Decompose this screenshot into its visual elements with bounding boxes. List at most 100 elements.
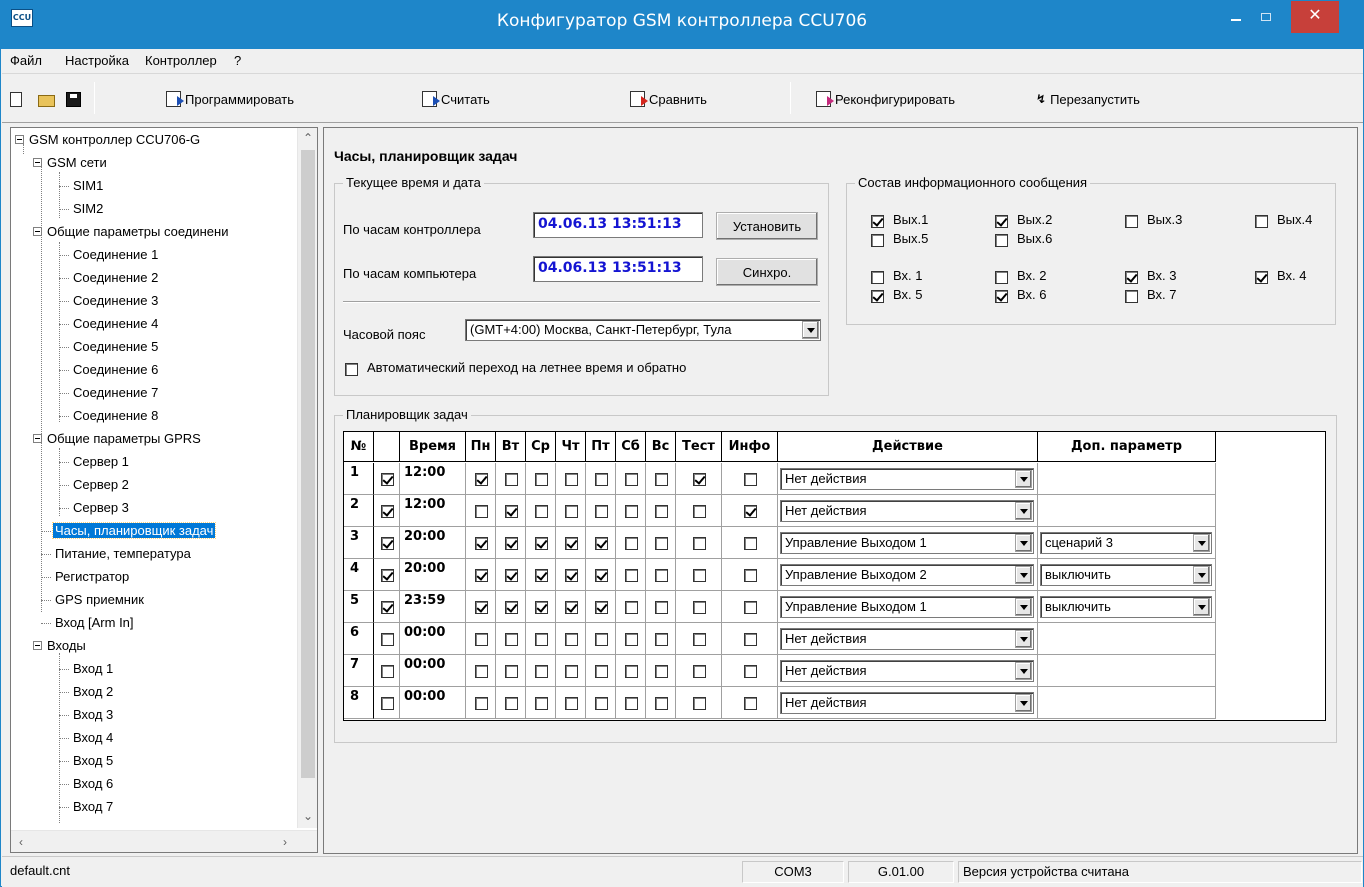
day-sat-checkbox[interactable] bbox=[625, 473, 638, 486]
tree-horizontal-scrollbar[interactable]: ‹ › bbox=[11, 830, 317, 852]
day-wed-checkbox[interactable] bbox=[535, 601, 548, 614]
tree-node-power[interactable]: Питание, температура bbox=[41, 543, 193, 565]
enabled-checkbox[interactable] bbox=[381, 601, 394, 614]
controller-time-field[interactable]: 04.06.13 13:51:13 bbox=[533, 212, 703, 238]
scroll-down-icon[interactable]: ⌄ bbox=[298, 806, 317, 826]
chevron-down-icon[interactable] bbox=[1015, 630, 1032, 648]
time-cell[interactable]: 00:00 bbox=[400, 687, 466, 719]
close-button[interactable]: ✕ bbox=[1291, 1, 1339, 33]
enabled-checkbox[interactable] bbox=[381, 633, 394, 646]
day-sun-checkbox[interactable] bbox=[655, 569, 668, 582]
chevron-down-icon[interactable] bbox=[802, 321, 819, 339]
day-sat-checkbox[interactable] bbox=[625, 505, 638, 518]
day-sat-checkbox[interactable] bbox=[625, 537, 638, 550]
menu-help[interactable]: ? bbox=[234, 53, 241, 68]
scheduler-grid[interactable]: № Время Пн Вт Ср Чт Пт Сб Вс Тест Инфо Действие Доп.… bbox=[343, 431, 1326, 721]
action-select[interactable]: Нет действия bbox=[780, 500, 1034, 522]
day-sat-checkbox[interactable] bbox=[625, 665, 638, 678]
enabled-checkbox[interactable] bbox=[381, 537, 394, 550]
day-fri-checkbox[interactable] bbox=[595, 665, 608, 678]
day-thu-checkbox[interactable] bbox=[565, 505, 578, 518]
scroll-thumb[interactable] bbox=[301, 150, 315, 778]
param-select[interactable]: выключить bbox=[1040, 564, 1212, 586]
day-sun-checkbox[interactable] bbox=[655, 473, 668, 486]
tree-node-connection[interactable]: Соединение 3 bbox=[59, 290, 160, 312]
day-sat-checkbox[interactable] bbox=[625, 569, 638, 582]
tree-node-connection[interactable]: Соединение 6 bbox=[59, 359, 160, 381]
timezone-select[interactable]: (GMT+4:00) Москва, Санкт-Петербург, Тула bbox=[465, 319, 821, 341]
day-fri-checkbox[interactable] bbox=[595, 697, 608, 710]
open-file-button[interactable] bbox=[38, 87, 55, 111]
day-tue-checkbox[interactable] bbox=[505, 537, 518, 550]
day-sun-checkbox[interactable] bbox=[655, 601, 668, 614]
tree-node-input[interactable]: Вход 2 bbox=[59, 681, 115, 703]
day-fri-checkbox[interactable] bbox=[595, 601, 608, 614]
set-time-button[interactable]: Установить bbox=[716, 212, 818, 240]
tree-node-connection[interactable]: Соединение 7 bbox=[59, 382, 160, 404]
collapse-icon[interactable] bbox=[15, 134, 24, 144]
day-fri-checkbox[interactable] bbox=[595, 537, 608, 550]
day-thu-checkbox[interactable] bbox=[565, 633, 578, 646]
menu-settings[interactable]: Настройка bbox=[65, 53, 129, 68]
tree-node-connection[interactable]: Соединение 8 bbox=[59, 405, 160, 427]
day-thu-checkbox[interactable] bbox=[565, 537, 578, 550]
chevron-down-icon[interactable] bbox=[1015, 662, 1032, 680]
input-6-checkbox[interactable] bbox=[995, 290, 1008, 303]
day-sun-checkbox[interactable] bbox=[655, 665, 668, 678]
time-cell[interactable]: 20:00 bbox=[400, 559, 466, 591]
day-thu-checkbox[interactable] bbox=[565, 697, 578, 710]
day-tue-checkbox[interactable] bbox=[505, 601, 518, 614]
pc-time-field[interactable]: 04.06.13 13:51:13 bbox=[533, 256, 703, 282]
day-sun-checkbox[interactable] bbox=[655, 633, 668, 646]
panel-splitter[interactable] bbox=[319, 123, 322, 855]
info-checkbox[interactable] bbox=[744, 569, 757, 582]
day-sun-checkbox[interactable] bbox=[655, 505, 668, 518]
restart-button[interactable]: ↯ Перезапустить bbox=[1036, 87, 1140, 111]
tree-node-input[interactable]: Вход 5 bbox=[59, 750, 115, 772]
tree-node-input[interactable]: Вход 3 bbox=[59, 704, 115, 726]
test-checkbox[interactable] bbox=[693, 633, 706, 646]
day-sun-checkbox[interactable] bbox=[655, 697, 668, 710]
chevron-down-icon[interactable] bbox=[1015, 598, 1032, 616]
output-3-checkbox[interactable] bbox=[1125, 215, 1138, 228]
collapse-icon[interactable] bbox=[33, 157, 42, 167]
test-checkbox[interactable] bbox=[693, 473, 706, 486]
day-wed-checkbox[interactable] bbox=[535, 697, 548, 710]
param-select[interactable]: выключить bbox=[1040, 596, 1212, 618]
info-checkbox[interactable] bbox=[744, 537, 757, 550]
output-2-checkbox[interactable] bbox=[995, 215, 1008, 228]
chevron-down-icon[interactable] bbox=[1193, 534, 1210, 552]
day-wed-checkbox[interactable] bbox=[535, 505, 548, 518]
tree-node-input[interactable]: Вход 7 bbox=[59, 796, 115, 818]
day-thu-checkbox[interactable] bbox=[565, 601, 578, 614]
output-1-checkbox[interactable] bbox=[871, 215, 884, 228]
test-checkbox[interactable] bbox=[693, 697, 706, 710]
scroll-left-icon[interactable]: ‹ bbox=[11, 831, 31, 852]
enabled-checkbox[interactable] bbox=[381, 505, 394, 518]
reconfigure-button[interactable]: Реконфигурировать bbox=[816, 87, 955, 111]
tree-node-connection[interactable]: Соединение 5 bbox=[59, 336, 160, 358]
day-sun-checkbox[interactable] bbox=[655, 537, 668, 550]
test-checkbox[interactable] bbox=[693, 665, 706, 678]
day-tue-checkbox[interactable] bbox=[505, 473, 518, 486]
day-mon-checkbox[interactable] bbox=[475, 537, 488, 550]
tree-vertical-scrollbar[interactable]: ⌃ ⌄ bbox=[297, 128, 317, 828]
day-fri-checkbox[interactable] bbox=[595, 505, 608, 518]
day-mon-checkbox[interactable] bbox=[475, 697, 488, 710]
test-checkbox[interactable] bbox=[693, 537, 706, 550]
day-fri-checkbox[interactable] bbox=[595, 633, 608, 646]
day-wed-checkbox[interactable] bbox=[535, 537, 548, 550]
day-mon-checkbox[interactable] bbox=[475, 633, 488, 646]
scroll-right-icon[interactable]: › bbox=[275, 831, 295, 852]
new-file-button[interactable] bbox=[10, 87, 22, 111]
output-5-checkbox[interactable] bbox=[871, 234, 884, 247]
day-thu-checkbox[interactable] bbox=[565, 569, 578, 582]
day-mon-checkbox[interactable] bbox=[475, 505, 488, 518]
action-select[interactable]: Нет действия bbox=[780, 692, 1034, 714]
day-wed-checkbox[interactable] bbox=[535, 569, 548, 582]
input-7-checkbox[interactable] bbox=[1125, 290, 1138, 303]
info-checkbox[interactable] bbox=[744, 665, 757, 678]
day-wed-checkbox[interactable] bbox=[535, 633, 548, 646]
time-cell[interactable]: 12:00 bbox=[400, 495, 466, 527]
day-mon-checkbox[interactable] bbox=[475, 569, 488, 582]
